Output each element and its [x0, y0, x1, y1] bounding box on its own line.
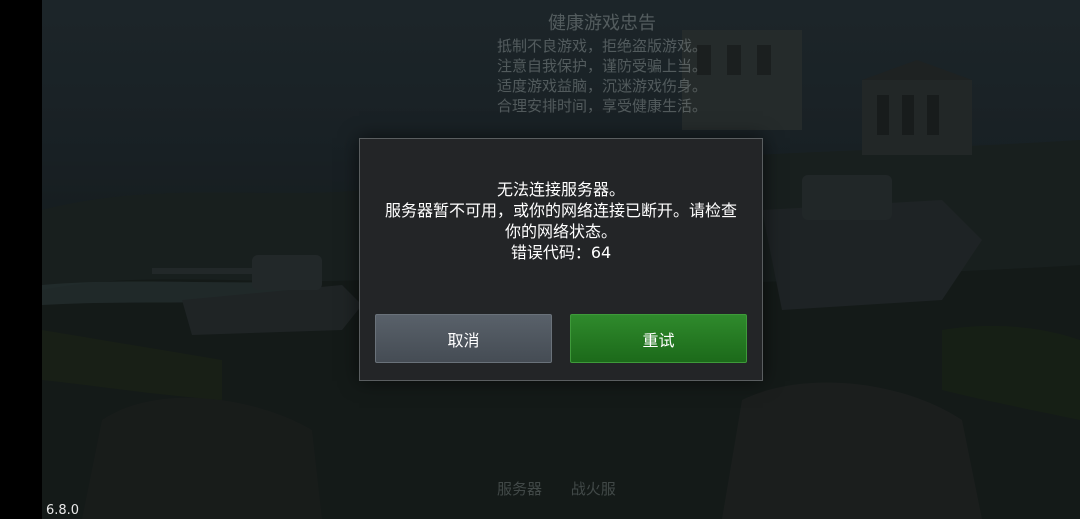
error-message-line: 服务器暂不可用，或你的网络连接已断开。请检查 [384, 201, 737, 220]
bottom-links: 服务器 战火服 [497, 478, 640, 499]
health-notice-line: 注意自我保护，谨防受骗上当。 [496, 57, 707, 75]
server-name[interactable]: 战火服 [571, 480, 616, 498]
error-message-line: 你的网络状态。 [504, 222, 617, 241]
health-notice-line: 抵制不良游戏，拒绝盗版游戏。 [496, 37, 707, 55]
health-notice-title: 健康游戏忠告 [548, 13, 656, 34]
server-link[interactable]: 服务器 [497, 480, 542, 498]
cancel-button[interactable]: 取消 [375, 314, 552, 363]
retry-button[interactable]: 重试 [570, 314, 747, 363]
health-notice-line: 适度游戏益脑，沉迷游戏伤身。 [496, 77, 707, 95]
health-notice: 健康游戏忠告 抵制不良游戏，拒绝盗版游戏。 注意自我保护，谨防受骗上当。 适度游… [442, 14, 762, 116]
error-code: 错误代码：64 [510, 243, 612, 262]
version-label: 6.8.0 [46, 503, 80, 518]
error-message-line: 无法连接服务器。 [496, 180, 625, 199]
game-screen: 健康游戏忠告 抵制不良游戏，拒绝盗版游戏。 注意自我保护，谨防受骗上当。 适度游… [0, 0, 1080, 519]
health-notice-line: 合理安排时间，享受健康生活。 [496, 97, 707, 115]
error-message: 无法连接服务器。 服务器暂不可用，或你的网络连接已断开。请检查 你的网络状态。 … [360, 179, 762, 263]
connection-error-dialog: 无法连接服务器。 服务器暂不可用，或你的网络连接已断开。请检查 你的网络状态。 … [359, 138, 763, 381]
